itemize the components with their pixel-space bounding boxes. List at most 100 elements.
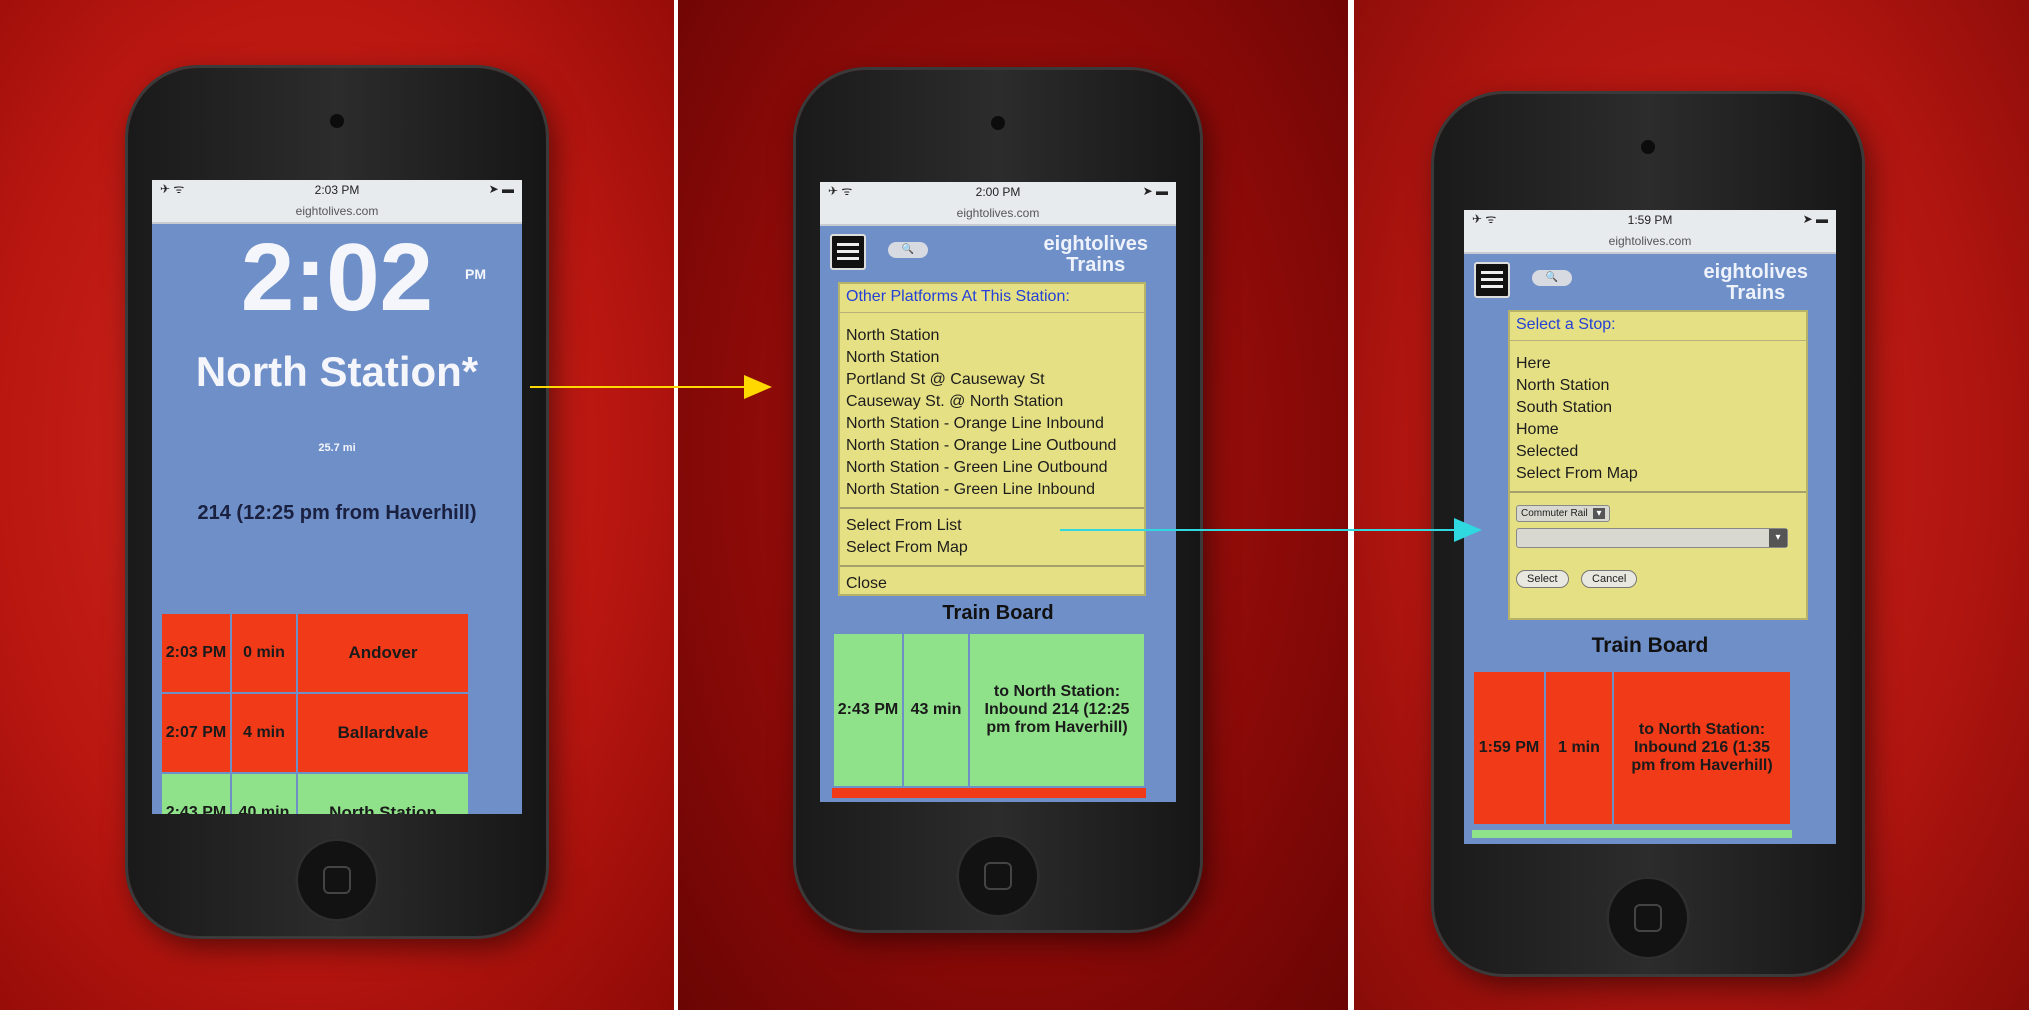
home-button[interactable] (295, 838, 379, 922)
station-distance: 25.7 mi (318, 442, 356, 454)
board-title: Train Board (942, 602, 1054, 624)
departure-destination: Andover (296, 612, 470, 694)
photo-panel-3: ✈ ᯤ 1:59 PM ➤ ▬ eightolives.com 🔍 eighto… (1354, 0, 2029, 1010)
departure-wait: 4 min (230, 692, 298, 774)
wifi-icon: ✈ ᯤ (160, 182, 185, 196)
select-from-list-option[interactable]: Select From List (840, 515, 1144, 537)
table-row[interactable]: 2:07 PM 4 min Ballardvale (160, 692, 470, 774)
departure-wait: 0 min (230, 612, 298, 694)
url-bar[interactable]: eightolives.com (1464, 234, 1836, 254)
status-time: 1:59 PM (1627, 213, 1673, 227)
app-header: 🔍 eightolives Trains (1464, 254, 1836, 310)
platform-item[interactable]: Causeway St. @ North Station (840, 391, 1144, 413)
stop-option[interactable]: Select From Map (1510, 463, 1806, 485)
annotation-arrow-yellow (530, 375, 772, 399)
stop-select-row: ▾ (1510, 526, 1806, 555)
departure-time: 1:59 PM (1472, 670, 1546, 826)
departure-time: 2:07 PM (160, 692, 232, 774)
menu-icon[interactable] (830, 234, 866, 270)
big-clock: 2:02 PM (152, 228, 522, 328)
battery-icon: ➤ ▬ (1802, 212, 1828, 226)
select-button[interactable]: Select (1516, 570, 1569, 588)
app-title: eightolives Trains (1044, 234, 1148, 276)
clock-ampm: PM (465, 266, 486, 282)
phone-3: ✈ ᯤ 1:59 PM ➤ ▬ eightolives.com 🔍 eighto… (1434, 94, 1862, 974)
stop-select[interactable]: ▾ (1516, 528, 1788, 548)
wifi-icon: ✈ ᯤ (828, 184, 853, 198)
home-button[interactable] (1606, 876, 1690, 960)
cancel-button[interactable]: Cancel (1581, 570, 1638, 588)
clock-time: 2:02 (240, 224, 434, 331)
platform-item[interactable]: Portland St @ Causeway St (840, 369, 1144, 391)
table-row[interactable]: 2:43 PM 43 min to North Station: Inbound… (832, 632, 1146, 788)
status-time: 2:00 PM (975, 185, 1021, 199)
table-row[interactable]: 1:59 PM 1 min to North Station: Inbound … (1472, 670, 1792, 826)
divider (1510, 491, 1806, 493)
battery-icon: ➤ ▬ (1142, 184, 1168, 198)
platform-item[interactable]: North Station - Orange Line Inbound (840, 413, 1144, 435)
departure-board: 1:59 PM 1 min to North Station: Inbound … (1472, 670, 1792, 826)
departure-time: 2:43 PM (160, 772, 232, 814)
mode-select-row: Commuter Rail ▾ (1510, 499, 1806, 526)
platform-item[interactable]: North Station - Orange Line Outbound (840, 435, 1144, 457)
screen-1: ✈ ᯤ 2:03 PM ➤ ▬ eightolives.com 2:02 PM … (152, 180, 522, 814)
platform-item[interactable]: North Station (840, 347, 1144, 369)
departure-destination: North Station (296, 772, 470, 814)
wifi-icon: ✈ ᯤ (1472, 212, 1497, 226)
phone-1: ✈ ᯤ 2:03 PM ➤ ▬ eightolives.com 2:02 PM … (128, 68, 546, 936)
popup-title: Other Platforms At This Station: (840, 284, 1144, 313)
train-label: 214 (12:25 pm from Haverhill) (197, 502, 477, 524)
platform-item[interactable]: North Station - Green Line Inbound (840, 479, 1144, 501)
station-name[interactable]: North Station* (152, 348, 522, 396)
url-bar[interactable]: eightolives.com (152, 204, 522, 224)
platforms-popup: Other Platforms At This Station: North S… (838, 282, 1146, 596)
search-icon[interactable]: 🔍 (1532, 270, 1572, 286)
search-icon[interactable]: 🔍 (888, 242, 928, 258)
select-stop-popup: Select a Stop: Here North Station South … (1508, 310, 1808, 620)
front-camera (991, 116, 1005, 130)
stop-option[interactable]: Home (1510, 419, 1806, 441)
status-bar: ✈ ᯤ 2:00 PM ➤ ▬ (820, 182, 1176, 206)
departure-time: 2:43 PM (832, 632, 904, 788)
departure-time: 2:03 PM (160, 612, 232, 694)
departure-destination: to North Station: Inbound 216 (1:35 pm f… (1612, 670, 1792, 826)
departure-wait: 40 min (230, 772, 298, 814)
departure-destination: to North Station: Inbound 214 (12:25 pm … (968, 632, 1146, 788)
phone-2: ✈ ᯤ 2:00 PM ➤ ▬ eightolives.com 🔍 eighto… (796, 70, 1200, 930)
next-row-peek (1472, 830, 1792, 838)
table-row[interactable]: 2:03 PM 0 min Andover (160, 612, 470, 694)
app-title: eightolives Trains (1704, 262, 1808, 304)
select-from-map-option[interactable]: Select From Map (840, 537, 1144, 559)
mode-select-value: Commuter Rail (1521, 508, 1588, 519)
stop-option[interactable]: South Station (1510, 397, 1806, 419)
platform-item[interactable]: North Station - Green Line Outbound (840, 457, 1144, 479)
departure-wait: 1 min (1544, 670, 1614, 826)
stop-option[interactable]: North Station (1510, 375, 1806, 397)
mode-select[interactable]: Commuter Rail ▾ (1516, 505, 1610, 522)
status-bar: ✈ ᯤ 2:03 PM ➤ ▬ (152, 180, 522, 204)
photo-panel-2: ✈ ᯤ 2:00 PM ➤ ▬ eightolives.com 🔍 eighto… (678, 0, 1348, 1010)
menu-icon[interactable] (1474, 262, 1510, 298)
url-bar[interactable]: eightolives.com (820, 206, 1176, 226)
annotation-arrow-cyan (1060, 518, 1482, 542)
departure-wait: 43 min (902, 632, 970, 788)
brand-line-2: Trains (1066, 254, 1126, 276)
departure-destination: Ballardvale (296, 692, 470, 774)
platform-item[interactable]: North Station (840, 325, 1144, 347)
popup-title: Select a Stop: (1510, 312, 1806, 341)
front-camera (1641, 140, 1655, 154)
stop-option[interactable]: Here (1510, 353, 1806, 375)
screen-2: ✈ ᯤ 2:00 PM ➤ ▬ eightolives.com 🔍 eighto… (820, 182, 1176, 802)
stop-option[interactable]: Selected (1510, 441, 1806, 463)
brand-line-1: eightolives (1703, 261, 1808, 283)
divider (840, 565, 1144, 567)
table-row[interactable]: 2:43 PM 40 min North Station (160, 772, 470, 814)
front-camera (330, 114, 344, 128)
divider (840, 507, 1144, 509)
chevron-down-icon: ▾ (1769, 529, 1787, 547)
close-option[interactable]: Close (840, 573, 1144, 595)
app-header: 🔍 eightolives Trains (820, 226, 1176, 282)
battery-icon: ➤ ▬ (488, 182, 514, 196)
chevron-down-icon: ▾ (1593, 508, 1605, 519)
home-button[interactable] (956, 834, 1040, 918)
